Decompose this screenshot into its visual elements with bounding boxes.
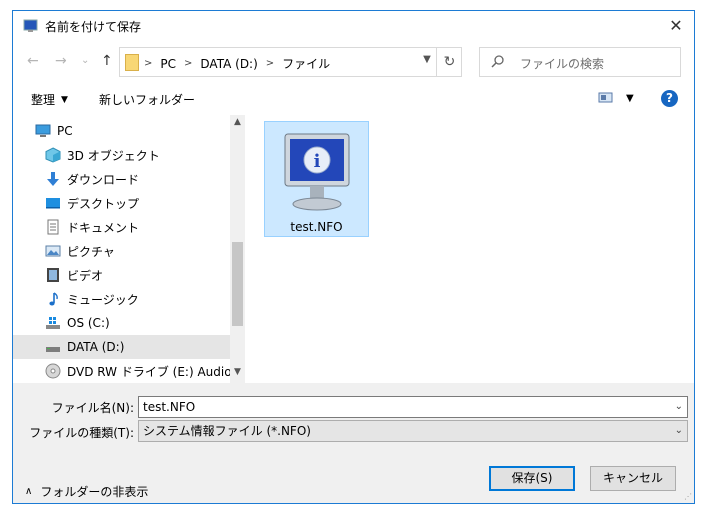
organize-button[interactable]: 整理 ▼ <box>31 91 68 108</box>
back-button[interactable]: ← <box>27 53 39 69</box>
sidebar-item-label: OS (C:) <box>67 316 110 330</box>
drive-icon <box>46 347 60 352</box>
title-bar: 名前を付けて保存 ✕ <box>13 11 694 41</box>
resize-grip-icon[interactable]: ⋰ <box>684 492 692 501</box>
chevron-down-icon: ▼ <box>61 94 68 105</box>
search-icon <box>491 55 504 68</box>
save-button[interactable]: 保存(S) <box>489 466 575 491</box>
filetype-value: システム情報ファイル (*.NFO) <box>143 424 311 438</box>
sidebar-item-downloads[interactable]: ダウンロード <box>13 167 230 191</box>
download-icon <box>47 172 59 186</box>
sidebar-scrollbar[interactable]: ▲ ▼ <box>230 115 245 383</box>
sidebar-item-label: PC <box>57 124 73 138</box>
chevron-down-icon[interactable]: ▼ <box>420 54 434 65</box>
file-name: test.NFO <box>290 220 343 234</box>
filename-value: test.NFO <box>143 400 196 414</box>
save-options-panel: ファイル名(N): test.NFO ⌄ ファイルの種類(T): システム情報フ… <box>13 383 694 503</box>
close-button[interactable]: ✕ <box>666 16 686 36</box>
video-icon <box>47 268 59 282</box>
scroll-down-icon[interactable]: ▼ <box>230 367 245 377</box>
breadcrumb-item[interactable]: DATA (D:) <box>200 57 257 71</box>
chevron-down-icon: ▼ <box>626 92 634 104</box>
chevron-right-icon: > <box>265 58 275 69</box>
sidebar-item-pc[interactable]: PC <box>13 119 230 143</box>
sidebar-item-dvd-e[interactable]: DVD RW ドライブ (E:) Audio CD <box>13 359 253 383</box>
sidebar-item-label: 3D オブジェクト <box>67 148 160 163</box>
svg-text:i: i <box>314 151 321 172</box>
document-icon <box>47 219 59 235</box>
windows-drive-icon <box>46 317 60 329</box>
up-button[interactable]: ↑ <box>101 53 113 69</box>
help-icon[interactable]: ? <box>661 90 678 107</box>
refresh-button[interactable]: ↻ <box>436 48 462 76</box>
filename-label: ファイル名(N): <box>51 401 134 415</box>
sidebar-item-data-d[interactable]: DATA (D:) <box>13 335 230 359</box>
command-bar: 整理 ▼ 新しいフォルダー ▼ ? <box>13 83 694 115</box>
organize-label: 整理 <box>31 93 56 107</box>
chevron-right-icon: > <box>184 58 193 69</box>
picture-icon <box>45 245 61 257</box>
chevron-down-icon[interactable]: ⌄ <box>675 421 683 441</box>
chevron-down-icon[interactable]: ⌄ <box>675 397 683 417</box>
dvd-icon <box>45 363 61 379</box>
sidebar-item-pictures[interactable]: ピクチャ <box>13 239 230 263</box>
sidebar-item-videos[interactable]: ビデオ <box>13 263 230 287</box>
forward-button[interactable]: → <box>55 53 67 69</box>
folder-icon <box>125 54 139 71</box>
search-box[interactable]: ファイルの検索 <box>479 47 681 77</box>
cancel-button[interactable]: キャンセル <box>590 466 676 491</box>
sidebar-item-label: デスクトップ <box>67 196 140 211</box>
filetype-select[interactable]: システム情報ファイル (*.NFO) ⌄ <box>138 420 688 442</box>
navigation-bar: ← → ⌄ ↑ > PC > DATA (D:) > ファイル ▼ ↻ ファイル… <box>13 41 694 83</box>
breadcrumb: > PC > DATA (D:) > ファイル <box>144 55 330 72</box>
sidebar-item-desktop[interactable]: デスクトップ <box>13 191 230 215</box>
breadcrumb-item[interactable]: PC <box>160 57 176 71</box>
music-icon <box>49 292 58 306</box>
sidebar-item-label: ビデオ <box>67 268 104 283</box>
filetype-label: ファイルの種類(T): <box>29 426 134 440</box>
hide-folders-button[interactable]: ∧ フォルダーの非表示 <box>25 483 148 500</box>
system-info-icon: i <box>284 133 350 211</box>
desktop-icon <box>46 198 60 209</box>
file-item[interactable]: i test.NFO <box>264 121 369 237</box>
breadcrumb-item[interactable]: ファイル <box>282 55 330 72</box>
save-as-dialog: 名前を付けて保存 ✕ ← → ⌄ ↑ > PC > DATA (D:) > ファ… <box>12 10 695 504</box>
view-icon <box>598 92 613 103</box>
view-options-button[interactable]: ▼ <box>598 91 634 105</box>
chevron-up-icon: ∧ <box>25 486 33 497</box>
search-input[interactable]: ファイルの検索 <box>520 55 604 72</box>
navigation-pane: PC 3D オブジェクト ダウンロード デスクトップ ドキュメント ピクチャ ビ… <box>13 115 253 383</box>
pc-icon <box>35 124 51 137</box>
sidebar-item-label: DVD RW ドライブ (E:) Audio CD <box>67 364 253 379</box>
sidebar-item-label: ダウンロード <box>67 172 140 187</box>
address-bar[interactable]: > PC > DATA (D:) > ファイル ▼ ↻ <box>119 47 462 77</box>
window-title: 名前を付けて保存 <box>45 20 142 34</box>
sidebar-item-label: ミュージック <box>67 292 139 307</box>
sidebar-item-label: DATA (D:) <box>67 340 125 354</box>
sidebar-item-documents[interactable]: ドキュメント <box>13 215 230 239</box>
chevron-right-icon: > <box>144 58 153 69</box>
scroll-up-icon[interactable]: ▲ <box>230 117 245 127</box>
sidebar-item-music[interactable]: ミュージック <box>13 287 230 311</box>
sidebar-item-label: ピクチャ <box>67 244 115 259</box>
app-icon <box>23 19 38 32</box>
new-folder-button[interactable]: 新しいフォルダー <box>99 91 195 108</box>
recent-locations-button[interactable]: ⌄ <box>81 55 89 66</box>
file-list: i test.NFO <box>245 115 694 383</box>
scrollbar-thumb[interactable] <box>232 242 243 326</box>
sidebar-item-label: ドキュメント <box>67 220 140 235</box>
cube-icon <box>45 147 61 163</box>
sidebar-item-3d-objects[interactable]: 3D オブジェクト <box>13 143 230 167</box>
hide-folders-label: フォルダーの非表示 <box>40 485 149 499</box>
filename-field[interactable]: test.NFO ⌄ <box>138 396 688 418</box>
sidebar-item-os-c[interactable]: OS (C:) <box>13 311 230 335</box>
